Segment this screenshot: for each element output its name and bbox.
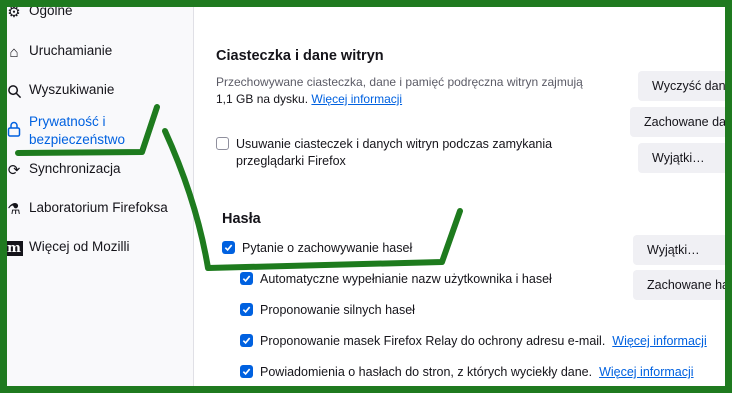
- sidebar-item-label: Prywatność i bezpieczeństwo: [29, 114, 126, 147]
- sidebar-item-label: Wyszukiwanie: [29, 82, 115, 97]
- breach-alerts-more-info-link[interactable]: Więcej informacji: [599, 365, 693, 379]
- lock-icon: [5, 120, 23, 138]
- sidebar-item-label: Ogólne: [29, 3, 73, 18]
- sidebar-item-label: Synchronizacja: [29, 161, 121, 176]
- sidebar-item-mozilla[interactable]: m Więcej od Mozilli: [0, 239, 190, 257]
- saved-passwords-button[interactable]: Zachowane hasła…: [633, 270, 732, 300]
- cookies-section-title: Ciasteczka i dane witryn: [216, 48, 384, 64]
- mozilla-icon: m: [5, 240, 23, 256]
- sidebar-item-label: Więcej od Mozilli: [29, 239, 130, 254]
- relay-more-info-link[interactable]: Więcej informacji: [612, 334, 706, 348]
- ask-save-passwords-label: Pytanie o zachowywanie haseł: [242, 241, 413, 255]
- sync-icon: ⟳: [7, 162, 21, 179]
- breach-alerts-text: Powiadomienia o hasłach do stron, z któr…: [260, 365, 593, 379]
- relay-checkbox[interactable]: [240, 334, 253, 347]
- ask-save-passwords-checkbox[interactable]: [222, 241, 235, 254]
- passwords-section-title: Hasła: [222, 211, 261, 227]
- cookie-exceptions-button[interactable]: Wyjątki…: [638, 143, 732, 173]
- sidebar-item-label: Uruchamianie: [29, 43, 113, 58]
- suggest-strong-label: Proponowanie silnych haseł: [260, 303, 415, 317]
- cookies-usage-prefix: Przechowywane ciasteczka, dane i pamięć …: [216, 75, 583, 89]
- suggest-strong-row[interactable]: Proponowanie silnych haseł: [240, 302, 620, 319]
- gear-icon: ⚙: [7, 4, 21, 21]
- breach-alerts-checkbox[interactable]: [240, 365, 253, 378]
- main-content: Ciasteczka i dane witryn Przechowywane c…: [194, 0, 732, 393]
- ask-save-passwords-row[interactable]: Pytanie o zachowywanie haseł: [222, 240, 602, 257]
- autofill-checkbox[interactable]: [240, 272, 253, 285]
- sidebar-item-home[interactable]: ⌂ Uruchamianie: [0, 43, 190, 61]
- sidebar-item-label: Laboratorium Firefoksa: [29, 200, 168, 215]
- sidebar-item-search[interactable]: Wyszukiwanie: [0, 82, 190, 100]
- sidebar-item-general[interactable]: ⚙ Ogólne: [0, 3, 190, 21]
- relay-text: Proponowanie masek Firefox Relay do ochr…: [260, 334, 606, 348]
- breach-alerts-row[interactable]: Powiadomienia o hasłach do stron, z któr…: [240, 364, 730, 381]
- password-exceptions-button[interactable]: Wyjątki…: [633, 235, 732, 265]
- delete-on-close-label: Usuwanie ciasteczek i danych witryn podc…: [236, 137, 553, 168]
- search-icon: [5, 82, 23, 100]
- relay-row[interactable]: Proponowanie masek Firefox Relay do ochr…: [240, 333, 730, 350]
- manage-data-button[interactable]: Zachowane dane…: [630, 107, 732, 137]
- cookies-more-info-link[interactable]: Więcej informacji: [311, 92, 402, 106]
- sidebar: ⚙ Ogólne ⌂ Uruchamianie Wyszukiwanie Pry…: [0, 0, 194, 393]
- sidebar-item-privacy[interactable]: Prywatność i bezpieczeństwo: [0, 113, 190, 151]
- autofill-label: Automatyczne wypełnianie nazw użytkownik…: [260, 272, 552, 286]
- cookies-usage-size: 1,1 GB na dysku.: [216, 92, 309, 106]
- suggest-strong-checkbox[interactable]: [240, 303, 253, 316]
- home-icon: ⌂: [9, 43, 19, 61]
- relay-label: Proponowanie masek Firefox Relay do ochr…: [260, 333, 707, 350]
- sidebar-item-sync[interactable]: ⟳ Synchronizacja: [0, 161, 190, 179]
- clear-data-button[interactable]: Wyczyść dane…: [638, 71, 732, 101]
- cookies-usage-text: Przechowywane ciasteczka, dane i pamięć …: [216, 74, 616, 108]
- delete-on-close-row[interactable]: Usuwanie ciasteczek i danych witryn podc…: [216, 136, 616, 170]
- sidebar-item-labs[interactable]: ⚗ Laboratorium Firefoksa: [0, 200, 190, 218]
- breach-alerts-label: Powiadomienia o hasłach do stron, z któr…: [260, 364, 694, 381]
- delete-on-close-checkbox[interactable]: [216, 137, 229, 150]
- autofill-row[interactable]: Automatyczne wypełnianie nazw użytkownik…: [240, 271, 620, 288]
- flask-icon: ⚗: [7, 201, 21, 218]
